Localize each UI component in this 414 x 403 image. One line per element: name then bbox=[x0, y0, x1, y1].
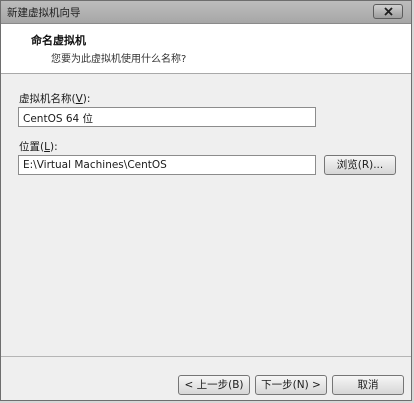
page-title: 命名虚拟机 bbox=[31, 34, 86, 47]
close-button[interactable] bbox=[373, 4, 403, 19]
browse-button[interactable]: 浏览(R)... bbox=[324, 155, 396, 175]
vm-name-label-accelerator: V bbox=[75, 93, 83, 105]
title-bar[interactable]: 新建虚拟机向导 bbox=[1, 1, 411, 24]
location-label-end: ): bbox=[49, 141, 58, 153]
window-title: 新建虚拟机向导 bbox=[7, 7, 81, 19]
wizard-header: 命名虚拟机 您要为此虚拟机使用什么名称? bbox=[1, 24, 411, 74]
footer-divider bbox=[1, 356, 411, 357]
location-label-text: 位置( bbox=[19, 141, 45, 153]
next-button[interactable]: 下一步(N) > bbox=[255, 375, 327, 395]
close-icon bbox=[383, 7, 393, 16]
page-subtitle: 您要为此虚拟机使用什么名称? bbox=[51, 54, 187, 65]
cancel-button[interactable]: 取消 bbox=[332, 375, 404, 395]
new-vm-wizard-dialog: 新建虚拟机向导 命名虚拟机 您要为此虚拟机使用什么名称? 虚拟机名称(V): C… bbox=[0, 0, 412, 401]
vm-name-label-end: ): bbox=[82, 93, 91, 105]
vm-name-label: 虚拟机名称(V): bbox=[19, 91, 90, 106]
location-input[interactable]: E:\Virtual Machines\CentOS bbox=[18, 155, 316, 175]
back-button[interactable]: < 上一步(B) bbox=[178, 375, 250, 395]
vm-name-label-text: 虚拟机名称( bbox=[19, 93, 76, 105]
vm-name-input[interactable]: CentOS 64 位 bbox=[18, 107, 316, 127]
location-label: 位置(L): bbox=[19, 139, 58, 154]
